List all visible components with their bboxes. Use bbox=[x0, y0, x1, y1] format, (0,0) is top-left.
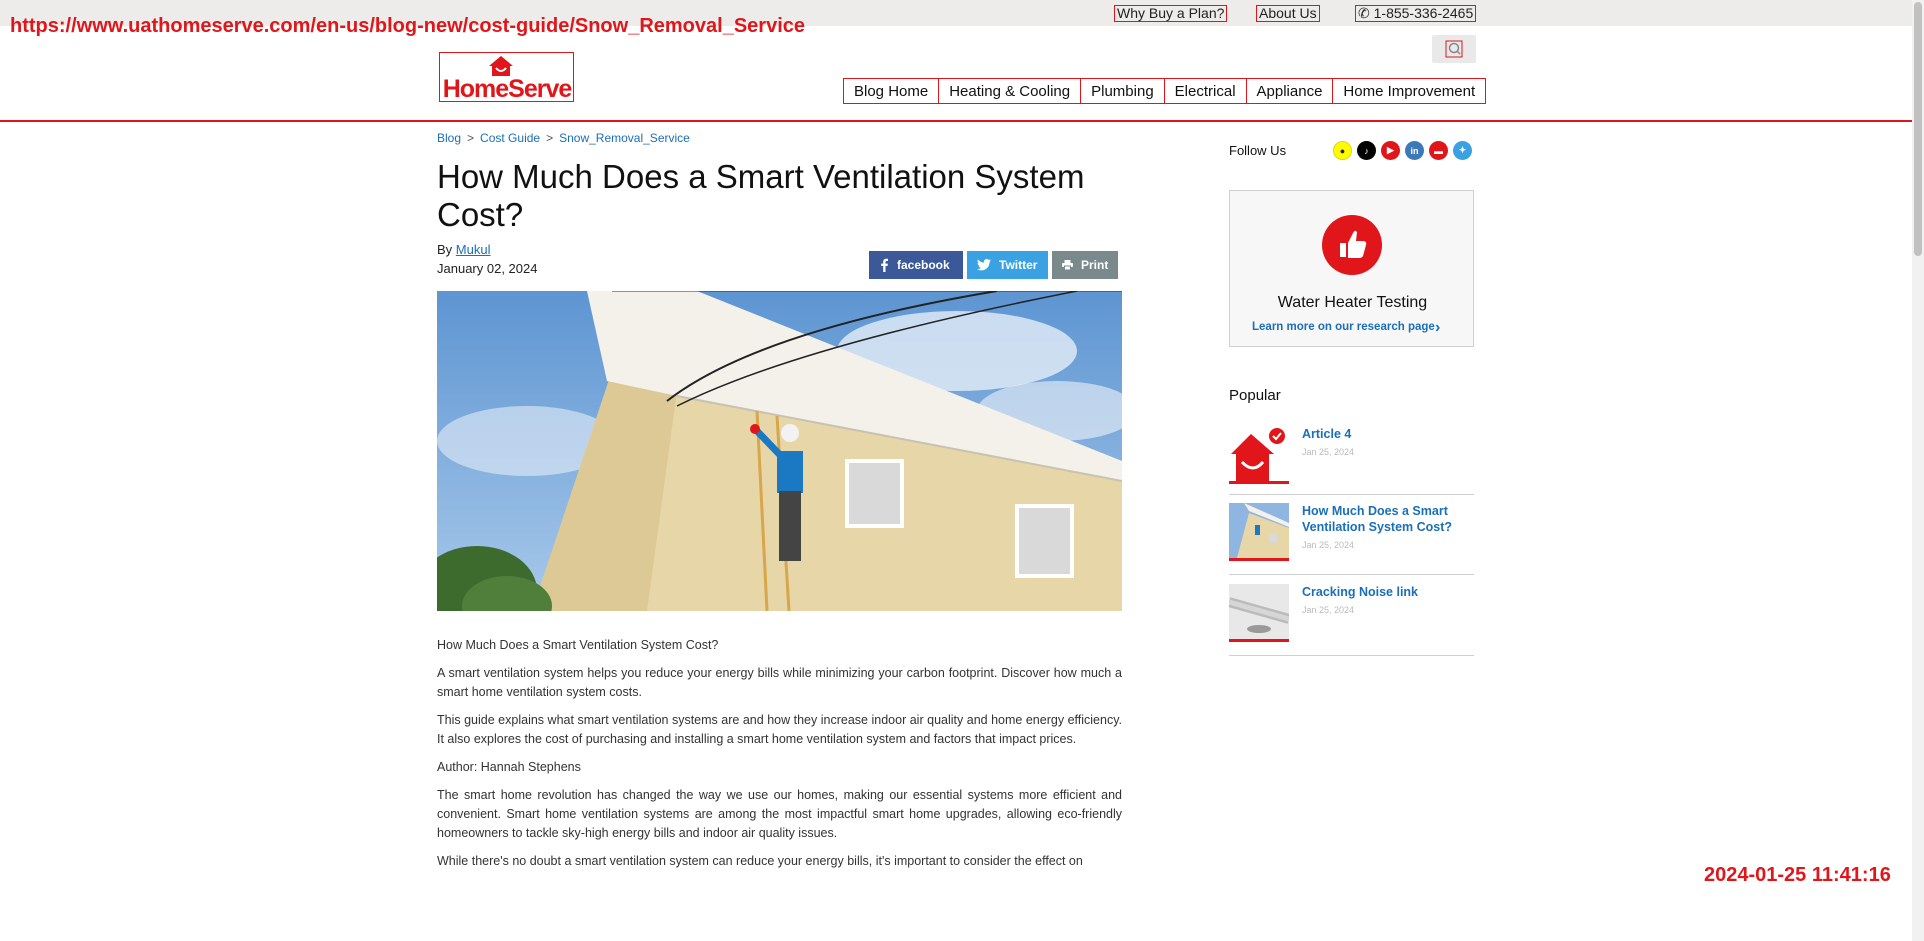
ventilation-photo-thumb bbox=[1229, 503, 1289, 558]
popular-item[interactable]: How Much Does a Smart Ventilation System… bbox=[1229, 503, 1474, 561]
promo-title: Water Heater Testing bbox=[1277, 294, 1428, 311]
snapchat-icon[interactable]: ● bbox=[1333, 141, 1352, 160]
page-scrollbar[interactable] bbox=[1912, 0, 1924, 941]
linkedin-icon[interactable]: in bbox=[1405, 141, 1424, 160]
article-paragraph: Author: Hannah Stephens bbox=[437, 760, 581, 774]
article-title: How Much Does a Smart Ventilation System… bbox=[437, 158, 1085, 233]
homeserve-logo[interactable]: HomeServe bbox=[439, 52, 574, 103]
article-paragraph: How Much Does a Smart Ventilation System… bbox=[437, 638, 719, 652]
print-icon bbox=[1062, 260, 1073, 270]
byline: By Mukul bbox=[437, 242, 490, 257]
popular-title: Cracking Noise link bbox=[1302, 585, 1419, 599]
nav-blog-home[interactable]: Blog Home bbox=[843, 78, 940, 104]
nav-plumbing[interactable]: Plumbing bbox=[1080, 78, 1165, 104]
nav-home-improvement[interactable]: Home Improvement bbox=[1332, 78, 1487, 104]
popular-date: Jan 25, 2024 bbox=[1302, 447, 1355, 457]
header-divider bbox=[0, 120, 1912, 122]
article-paragraph: This guide explains what smart ventilati… bbox=[437, 713, 1122, 746]
house-mascot-icon bbox=[1231, 428, 1285, 481]
popular-divider bbox=[1229, 494, 1474, 495]
popular-item[interactable]: Cracking Noise link Jan 25, 2024 bbox=[1229, 584, 1474, 642]
breadcrumb-separator: > bbox=[467, 131, 475, 145]
popular-thumbnail bbox=[1229, 584, 1289, 642]
hero-photo-illustration bbox=[437, 291, 1122, 611]
popular-item[interactable]: Article 4 Jan 25, 2024 bbox=[1229, 426, 1474, 484]
share-twitter-button[interactable]: Twitter bbox=[967, 251, 1048, 279]
house-logo-icon bbox=[489, 56, 513, 76]
promo-research-link[interactable]: Learn more on our research page bbox=[1252, 321, 1435, 333]
breadcrumb-cost-guide[interactable]: Cost Guide bbox=[480, 131, 540, 145]
chevron-right-icon: › bbox=[1435, 319, 1441, 336]
tiktok-icon[interactable]: ♪ bbox=[1357, 141, 1376, 160]
nav-heating-cooling[interactable]: Heating & Cooling bbox=[938, 78, 1082, 104]
share-facebook-label: facebook bbox=[897, 258, 950, 272]
breadcrumb-current[interactable]: Snow_Removal_Service bbox=[559, 131, 690, 145]
popular-title: Article 4 bbox=[1302, 427, 1352, 441]
publish-date: January 02, 2024 bbox=[437, 261, 538, 276]
why-buy-link[interactable]: Why Buy a Plan? bbox=[1114, 5, 1228, 22]
thumbs-up-icon bbox=[1322, 215, 1382, 275]
popular-title: How Much Does a Smart Ventilation System… bbox=[1302, 504, 1453, 534]
follow-us-label: Follow Us bbox=[1229, 143, 1287, 158]
search-icon bbox=[1445, 40, 1463, 58]
popular-date: Jan 25, 2024 bbox=[1302, 605, 1355, 615]
phone-icon: ✆ bbox=[1358, 5, 1370, 21]
twitter-follow-icon[interactable]: ✦ bbox=[1453, 141, 1472, 160]
article-body: How Much Does a Smart Ventilation System… bbox=[437, 636, 1122, 880]
twitter-icon bbox=[977, 259, 991, 271]
nav-electrical[interactable]: Electrical bbox=[1163, 78, 1247, 104]
hero-image bbox=[437, 291, 1122, 611]
print-button[interactable]: Print bbox=[1052, 251, 1118, 279]
nav-appliance[interactable]: Appliance bbox=[1245, 78, 1334, 104]
pipe-photo-thumb bbox=[1229, 584, 1289, 639]
article-paragraph: While there's no doubt a smart ventilati… bbox=[437, 854, 1083, 868]
main-nav: Blog Home Heating & Cooling Plumbing Ele… bbox=[843, 78, 1487, 104]
promo-card: Water Heater Testing Learn more on our r… bbox=[1229, 190, 1474, 347]
popular-thumbnail bbox=[1229, 503, 1289, 561]
by-label: By bbox=[437, 242, 453, 257]
print-label: Print bbox=[1081, 258, 1109, 272]
phone-link[interactable]: ✆ 1-855-336-2465 bbox=[1355, 5, 1477, 22]
popular-thumbnail bbox=[1229, 426, 1289, 484]
breadcrumb-separator: > bbox=[546, 131, 554, 145]
share-twitter-label: Twitter bbox=[999, 258, 1038, 272]
breadcrumb-blog[interactable]: Blog bbox=[437, 131, 461, 145]
author-link[interactable]: Mukul bbox=[456, 242, 491, 257]
popular-date: Jan 25, 2024 bbox=[1302, 540, 1355, 550]
search-button[interactable] bbox=[1432, 35, 1476, 63]
truck-icon[interactable]: ▬ bbox=[1429, 141, 1448, 160]
url-overlay: https://www.uathomeserve.com/en-us/blog-… bbox=[10, 15, 805, 37]
scrollbar-thumb[interactable] bbox=[1914, 2, 1922, 256]
logo-wordmark: HomeServe bbox=[442, 75, 573, 103]
youtube-icon[interactable]: ▶ bbox=[1381, 141, 1400, 160]
article-paragraph: A smart ventilation system helps you red… bbox=[437, 666, 1122, 699]
phone-number: 1-855-336-2465 bbox=[1373, 5, 1474, 21]
facebook-icon bbox=[881, 258, 888, 272]
popular-divider bbox=[1229, 574, 1474, 575]
breadcrumb: Blog > Cost Guide > Snow_Removal_Service bbox=[437, 131, 690, 145]
popular-heading: Popular bbox=[1229, 387, 1281, 404]
capture-timestamp: 2024-01-25 11:41:16 bbox=[1704, 864, 1891, 886]
popular-divider bbox=[1229, 655, 1474, 656]
share-facebook-button[interactable]: facebook bbox=[869, 251, 963, 279]
about-us-link[interactable]: About Us bbox=[1256, 5, 1320, 22]
article-paragraph: The smart home revolution has changed th… bbox=[437, 788, 1122, 840]
